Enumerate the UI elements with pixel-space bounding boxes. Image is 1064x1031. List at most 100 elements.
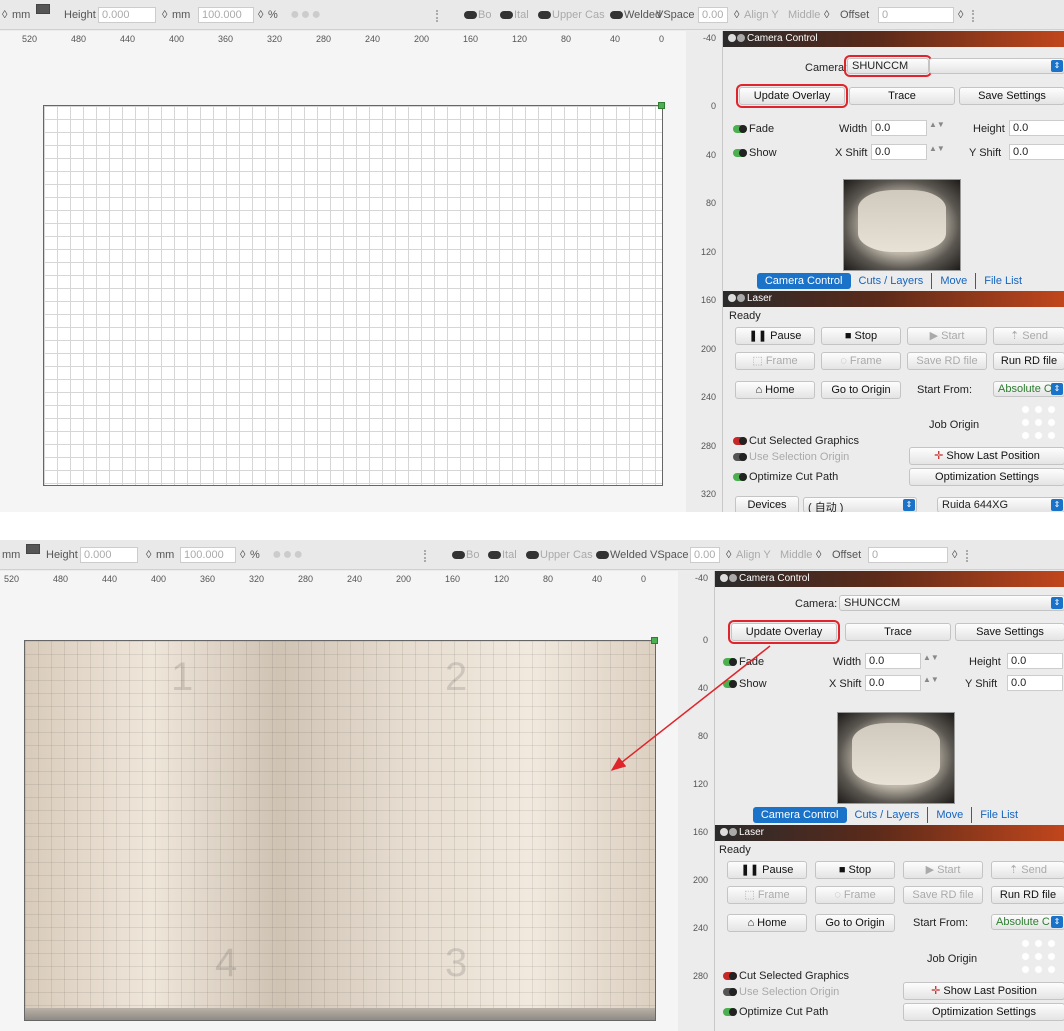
start-from-select[interactable]: Absolute C ⇕: [993, 381, 1064, 397]
spinner-icon[interactable]: ▲▼: [929, 145, 945, 159]
italic-toggle[interactable]: Ital: [500, 9, 529, 21]
send-button[interactable]: ⇡ Send: [991, 861, 1064, 879]
fade-toggle[interactable]: Fade: [723, 656, 764, 668]
camera-preview[interactable]: [837, 712, 955, 804]
scale-input[interactable]: 100.000: [180, 547, 236, 563]
float-icon[interactable]: [737, 294, 745, 302]
send-button[interactable]: ⇡ Send: [993, 327, 1064, 345]
y-shift-input[interactable]: 0.0: [1007, 675, 1063, 691]
optimize-cut-path-toggle[interactable]: Optimize Cut Path: [723, 1006, 828, 1018]
bold-toggle[interactable]: Bo: [452, 549, 479, 561]
spinner-icon[interactable]: ◊: [162, 9, 167, 21]
spinner-icon[interactable]: ▲▼: [929, 121, 945, 135]
tab-file-list[interactable]: File List: [972, 807, 1026, 823]
tab-cuts-layers[interactable]: Cuts / Layers: [851, 273, 933, 289]
show-last-position-button[interactable]: ✛ Show Last Position: [903, 982, 1064, 1000]
fade-toggle[interactable]: Fade: [733, 123, 774, 135]
controller-select[interactable]: Ruida 644XG ⇕: [937, 497, 1064, 512]
upper-case-toggle[interactable]: Upper Cas: [526, 549, 593, 561]
spinner-icon[interactable]: ◊: [816, 549, 821, 561]
font-options-icon[interactable]: ●●●: [290, 7, 322, 23]
job-origin-grid[interactable]: [1019, 937, 1059, 977]
tab-file-list[interactable]: File List: [976, 273, 1030, 289]
float-icon[interactable]: [737, 34, 745, 42]
x-shift-input[interactable]: 0.0: [871, 144, 927, 160]
spinner-icon[interactable]: ◊: [734, 9, 739, 21]
stop-button[interactable]: ■ Stop: [815, 861, 895, 879]
home-button[interactable]: ⌂ Home: [735, 381, 815, 399]
close-icon[interactable]: [720, 828, 728, 836]
camera-select-dropdown[interactable]: ⇕: [929, 58, 1064, 74]
close-icon[interactable]: [728, 34, 736, 42]
device-port-select[interactable]: ( 自动 ) ⇕: [803, 497, 917, 512]
height-input[interactable]: 0.000: [98, 7, 156, 23]
cut-selected-toggle[interactable]: Cut Selected Graphics: [733, 435, 859, 447]
start-button[interactable]: ▶ Start: [903, 861, 983, 879]
show-toggle[interactable]: Show: [723, 678, 767, 690]
align-y-select[interactable]: Middle: [780, 549, 812, 561]
offset-input[interactable]: 0: [868, 547, 948, 563]
height-input[interactable]: 0.0: [1009, 120, 1064, 136]
home-button[interactable]: ⌂ Home: [727, 914, 807, 932]
height-input[interactable]: 0.0: [1007, 653, 1063, 669]
work-area[interactable]: 520 480 440 400 360 320 280 240 200 160 120 80 40 0 -4…: [0, 571, 714, 1031]
font-options-icon[interactable]: ●●●: [272, 547, 304, 563]
camera-preview[interactable]: [843, 179, 961, 271]
spinner-icon[interactable]: ▲▼: [923, 654, 939, 668]
spinner-icon[interactable]: ▲▼: [923, 676, 939, 690]
height-input[interactable]: 0.000: [80, 547, 138, 563]
save-settings-button[interactable]: Save Settings: [959, 87, 1064, 105]
spinner-icon[interactable]: ◊: [958, 9, 963, 21]
save-rd-file-button[interactable]: Save RD file: [907, 352, 987, 370]
run-rd-file-button[interactable]: Run RD file: [993, 352, 1064, 370]
spinner-icon[interactable]: ◊: [146, 549, 151, 561]
width-input[interactable]: 0.0: [871, 120, 927, 136]
tab-camera-control[interactable]: Camera Control: [756, 273, 851, 289]
spinner-icon[interactable]: ◊: [952, 549, 957, 561]
trace-button[interactable]: Trace: [845, 623, 951, 641]
spinner-icon[interactable]: ◊: [2, 9, 7, 21]
spinner-icon[interactable]: ◊: [240, 549, 245, 561]
bold-toggle[interactable]: Bo: [464, 9, 491, 21]
devices-button[interactable]: Devices: [735, 496, 799, 512]
cut-selected-toggle[interactable]: Cut Selected Graphics: [723, 970, 849, 982]
trace-button[interactable]: Trace: [849, 87, 955, 105]
circular-frame-button[interactable]: ◌ Frame: [815, 886, 895, 904]
width-input[interactable]: 0.0: [865, 653, 921, 669]
laser-bed-camera-overlay[interactable]: 1 2 4 3: [24, 640, 656, 1021]
italic-toggle[interactable]: Ital: [488, 549, 517, 561]
tab-camera-control[interactable]: Camera Control: [752, 807, 847, 823]
upper-case-toggle[interactable]: Upper Cas: [538, 9, 605, 21]
stop-button[interactable]: ■ Stop: [821, 327, 901, 345]
show-last-position-button[interactable]: ✛ Show Last Position: [909, 447, 1064, 465]
optimize-cut-path-toggle[interactable]: Optimize Cut Path: [733, 471, 838, 483]
frame-button[interactable]: ⬚ Frame: [727, 886, 807, 904]
spinner-icon[interactable]: ◊: [726, 549, 731, 561]
update-overlay-button[interactable]: Update Overlay: [728, 620, 840, 644]
start-from-select[interactable]: Absolute C ⇕: [991, 914, 1064, 930]
optimization-settings-button[interactable]: Optimization Settings: [903, 1003, 1064, 1021]
origin-marker[interactable]: [658, 102, 665, 109]
float-icon[interactable]: [729, 828, 737, 836]
camera-select[interactable]: SHUNCCM: [844, 55, 932, 77]
update-overlay-button[interactable]: Update Overlay: [736, 84, 848, 108]
camera-select[interactable]: SHUNCCM ⇕: [839, 595, 1064, 611]
float-icon[interactable]: [729, 574, 737, 582]
circular-frame-button[interactable]: ◌ Frame: [821, 352, 901, 370]
use-selection-origin-toggle[interactable]: Use Selection Origin: [733, 451, 849, 463]
tab-cuts-layers[interactable]: Cuts / Layers: [847, 807, 929, 823]
tab-move[interactable]: Move: [932, 273, 977, 289]
welded-toggle[interactable]: Welded: [610, 9, 661, 21]
x-shift-input[interactable]: 0.0: [865, 675, 921, 691]
tab-move[interactable]: Move: [928, 807, 973, 823]
pause-button[interactable]: ❚❚ Pause: [735, 327, 815, 345]
use-selection-origin-toggle[interactable]: Use Selection Origin: [723, 986, 839, 998]
go-to-origin-button[interactable]: Go to Origin: [821, 381, 901, 399]
work-area[interactable]: 520 480 440 400 360 320 280 240 200 160 120 80 40 0 -4…: [0, 31, 722, 512]
optimization-settings-button[interactable]: Optimization Settings: [909, 468, 1064, 486]
close-icon[interactable]: [728, 294, 736, 302]
save-settings-button[interactable]: Save Settings: [955, 623, 1064, 641]
close-icon[interactable]: [720, 574, 728, 582]
scale-input[interactable]: 100.000: [198, 7, 254, 23]
save-rd-file-button[interactable]: Save RD file: [903, 886, 983, 904]
